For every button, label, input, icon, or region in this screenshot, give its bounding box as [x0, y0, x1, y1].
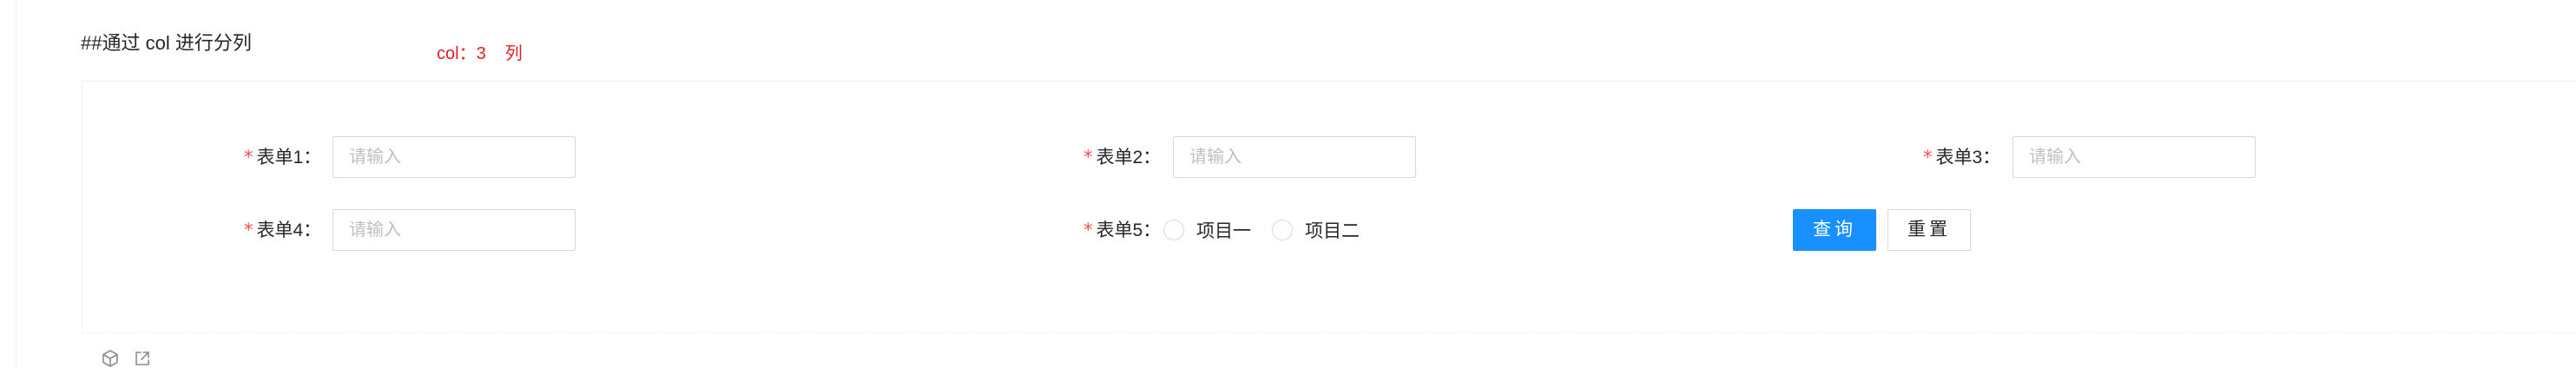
- required-mark: *: [244, 220, 254, 240]
- reset-button[interactable]: 重置: [1888, 209, 1971, 251]
- column-note: col：3 列: [437, 43, 523, 65]
- required-mark: *: [1084, 147, 1093, 168]
- required-mark: *: [1923, 147, 1933, 168]
- required-mark: *: [1084, 220, 1093, 240]
- radio-option-2-label: 项目二: [1305, 221, 1360, 241]
- radio-option-1-label: 项目一: [1196, 221, 1251, 241]
- field-1-label-text: 表单1：: [256, 148, 322, 168]
- radio-circle[interactable]: [1272, 220, 1293, 240]
- section-heading: ##通过 col 进行分列: [81, 32, 252, 54]
- field-3-label: * 表单3：: [1923, 145, 2000, 170]
- radio-option-2[interactable]: 项目二: [1272, 217, 1360, 243]
- field-4-placeholder: 请输入: [349, 220, 401, 240]
- field-2-label: * 表单2：: [1084, 145, 1161, 170]
- field-3-placeholder: 请输入: [2029, 148, 2081, 167]
- field-5-label-text: 表单5：: [1096, 220, 1162, 240]
- demo-container: [82, 81, 2576, 333]
- field-4-input[interactable]: 请输入: [333, 209, 576, 251]
- radio-circle[interactable]: [1163, 220, 1184, 240]
- codesandbox-icon[interactable]: [101, 349, 120, 368]
- field-1-label: * 表单1：: [244, 145, 321, 170]
- field-2-input[interactable]: 请输入: [1173, 136, 1416, 178]
- query-button[interactable]: 查询: [1793, 209, 1876, 251]
- field-3-label-text: 表单3：: [1935, 148, 2001, 168]
- field-4-label: * 表单4：: [244, 218, 321, 243]
- column-note-text: col：3: [437, 44, 486, 63]
- column-note-suffix: 列: [504, 44, 523, 63]
- field-3-input[interactable]: 请输入: [2013, 136, 2256, 178]
- field-1-placeholder: 请输入: [349, 148, 401, 167]
- field-4-label-text: 表单4：: [256, 220, 322, 240]
- radio-option-1[interactable]: 项目一: [1163, 217, 1251, 243]
- field-5-radio-group: 项目一 项目二: [1163, 218, 1380, 242]
- field-5-label: * 表单5：: [1084, 218, 1161, 243]
- field-1-input[interactable]: 请输入: [333, 136, 576, 178]
- field-2-label-text: 表单2：: [1096, 148, 1162, 168]
- required-mark: *: [244, 147, 254, 168]
- field-2-placeholder: 请输入: [1189, 148, 1242, 167]
- external-link-icon[interactable]: [133, 349, 152, 368]
